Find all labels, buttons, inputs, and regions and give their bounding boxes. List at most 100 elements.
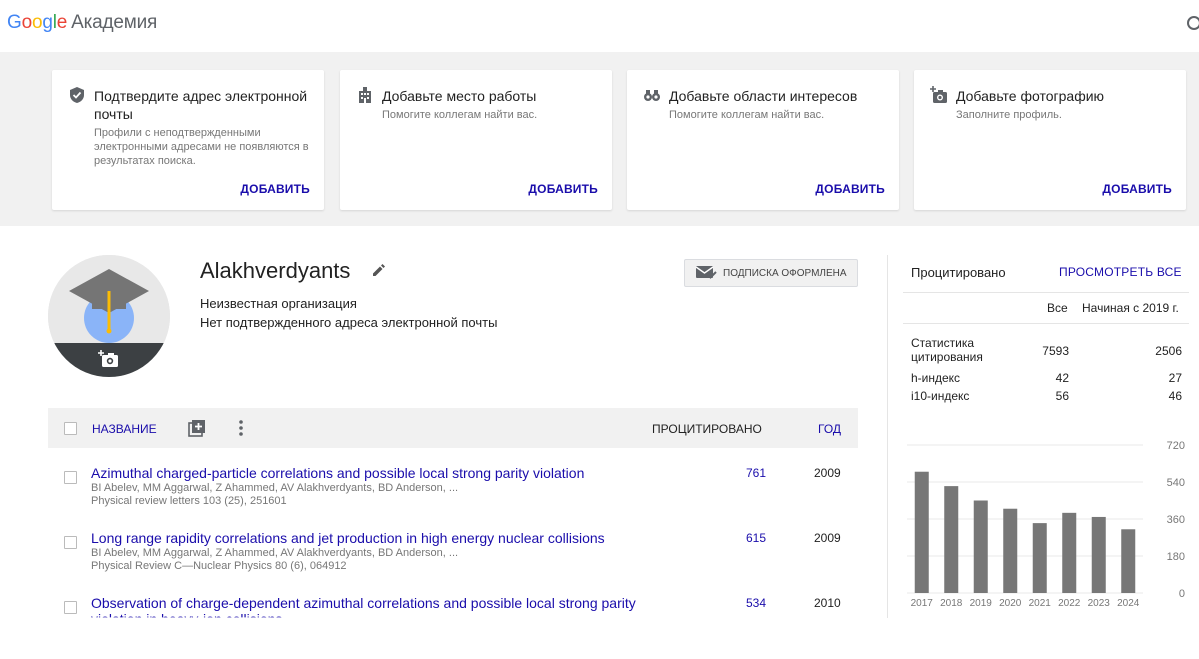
add-photo-icon bbox=[930, 86, 948, 104]
cited-by-header: ПРОЦИТИРОВАНО bbox=[652, 422, 762, 436]
stat-all-value: 56 bbox=[1055, 389, 1069, 403]
view-all-link[interactable]: ПРОСМОТРЕТЬ ВСЕ bbox=[1059, 265, 1182, 279]
add-email-button[interactable]: ДОБАВИТЬ bbox=[240, 182, 310, 196]
card-title: Добавьте области интересов bbox=[669, 88, 858, 104]
x-tick-label: 2017 bbox=[911, 598, 934, 609]
y-tick-label: 720 bbox=[1167, 440, 1185, 452]
article-title-link[interactable]: Azimuthal charged-particle correlations … bbox=[91, 465, 711, 481]
x-tick-label: 2023 bbox=[1088, 598, 1111, 609]
articles-table-header: НАЗВАНИЕ ПРОЦИТИРОВАНО ГОД bbox=[48, 408, 858, 448]
logo-letter: g bbox=[42, 12, 53, 33]
profile-name: Alakhverdyants bbox=[200, 258, 351, 283]
row-checkbox[interactable] bbox=[64, 601, 77, 614]
stat-all-value: 42 bbox=[1055, 371, 1069, 385]
row-checkbox[interactable] bbox=[64, 536, 77, 549]
card-title: Подтвердите адрес электронной почты bbox=[94, 88, 308, 122]
article-title-link[interactable]: Long range rapidity correlations and jet… bbox=[91, 530, 711, 546]
add-photo-button[interactable]: ДОБАВИТЬ bbox=[1102, 182, 1172, 196]
card-text: Заполните профиль. bbox=[956, 109, 1062, 121]
row-checkbox[interactable] bbox=[64, 471, 77, 484]
edit-icon[interactable] bbox=[370, 263, 386, 279]
add-interests-button[interactable]: ДОБАВИТЬ bbox=[815, 182, 885, 196]
article-venue: Physical Review C—Nuclear Physics 80 (6)… bbox=[91, 560, 347, 572]
select-all-checkbox[interactable] bbox=[64, 422, 77, 435]
y-tick-label: 180 bbox=[1167, 551, 1185, 563]
card-text: Помогите коллегам найти вас. bbox=[382, 109, 538, 121]
stat-label: Статистика цитирования bbox=[911, 336, 983, 364]
verify-email-card: Подтвердите адрес электронной почты Проф… bbox=[52, 70, 324, 210]
article-year: 2009 bbox=[814, 531, 841, 545]
logo-letter: o bbox=[21, 12, 33, 33]
card-title: Добавьте место работы bbox=[382, 88, 537, 104]
cited-count-link[interactable]: 761 bbox=[744, 466, 766, 480]
logo-letter: e bbox=[56, 12, 68, 33]
camera-add-icon[interactable] bbox=[98, 350, 120, 368]
article-year: 2010 bbox=[814, 596, 841, 610]
chart-bar-2019[interactable] bbox=[973, 500, 988, 594]
add-article-icon[interactable] bbox=[188, 419, 206, 437]
cited-count-link[interactable]: 615 bbox=[744, 531, 766, 545]
more-vert-icon[interactable] bbox=[238, 418, 244, 438]
logo-letter: G bbox=[7, 12, 22, 33]
article-row: Observation of charge-dependent azimutha… bbox=[48, 595, 858, 659]
stat-since-value: 46 bbox=[1168, 389, 1182, 403]
stat-since-value: 27 bbox=[1168, 371, 1182, 385]
article-year: 2009 bbox=[814, 466, 841, 480]
add-affiliation-button[interactable]: ДОБАВИТЬ bbox=[528, 182, 598, 196]
article-title-continuation[interactable]: violation in heavy-ion collisions bbox=[91, 611, 282, 617]
mail-check-icon bbox=[695, 264, 717, 283]
article-title-link[interactable]: Observation of charge-dependent azimutha… bbox=[91, 595, 711, 611]
logo-product-name: Академия bbox=[71, 12, 158, 33]
col-all-header: Все bbox=[1047, 301, 1068, 315]
chart-bar-2017[interactable] bbox=[914, 471, 929, 593]
sort-by-title[interactable]: НАЗВАНИЕ bbox=[92, 422, 157, 436]
x-tick-label: 2019 bbox=[970, 598, 993, 609]
avatar[interactable] bbox=[48, 255, 170, 377]
search-icon[interactable] bbox=[1185, 15, 1199, 33]
x-tick-label: 2022 bbox=[1058, 598, 1081, 609]
y-tick-label: 540 bbox=[1167, 477, 1185, 489]
cited-by-title: Процитировано bbox=[911, 265, 1006, 280]
x-tick-label: 2018 bbox=[940, 598, 963, 609]
google-scholar-logo[interactable]: Google Академия bbox=[7, 12, 157, 34]
affiliation-text: Неизвестная организация bbox=[200, 296, 357, 311]
chart-bar-2021[interactable] bbox=[1032, 523, 1047, 593]
add-affiliation-card: Добавьте место работы Помогите коллегам … bbox=[340, 70, 612, 210]
email-status-text: Нет подтвержденного адреса электронной п… bbox=[200, 315, 498, 330]
top-bar: Google Академия bbox=[0, 0, 1199, 52]
article-authors: BI Abelev, MM Aggarwal, Z Ahammed, AV Al… bbox=[91, 547, 459, 559]
chart-svg: 0 180 360 540 720 2017 2018 2019 2020 2021 2022 202… bbox=[907, 440, 1185, 609]
divider bbox=[903, 323, 1189, 324]
stat-since-value: 2506 bbox=[1155, 344, 1182, 358]
chart-bar-2018[interactable] bbox=[944, 486, 959, 593]
card-text: Профили с неподтвержденными электронными… bbox=[94, 127, 309, 167]
article-row: Long range rapidity correlations and jet… bbox=[48, 530, 858, 594]
chart-bar-2023[interactable] bbox=[1091, 516, 1106, 593]
follow-label: ПОДПИСКА ОФОРМЛЕНА bbox=[723, 267, 847, 279]
add-photo-card: Добавьте фотографию Заполните профиль. Д… bbox=[914, 70, 1186, 210]
article-authors: BI Abelev, MM Aggarwal, Z Ahammed, AV Al… bbox=[91, 482, 459, 494]
x-tick-label: 2021 bbox=[1029, 598, 1052, 609]
divider bbox=[903, 292, 1189, 293]
chart-bar-2020[interactable] bbox=[1003, 508, 1018, 593]
chart-bar-2022[interactable] bbox=[1062, 512, 1077, 593]
card-text: Помогите коллегам найти вас. bbox=[669, 109, 825, 121]
chart-bar-2024[interactable] bbox=[1121, 529, 1136, 593]
stat-label: h-индекс bbox=[911, 371, 961, 385]
follow-button[interactable]: ПОДПИСКА ОФОРМЛЕНА bbox=[684, 259, 858, 287]
sort-by-year[interactable]: ГОД bbox=[818, 422, 841, 436]
shield-check-icon bbox=[68, 86, 86, 104]
citations-bar-chart: 0 180 360 540 720 2017 2018 2019 2020 2021 2022 202… bbox=[903, 435, 1199, 618]
y-tick-label: 0 bbox=[1179, 588, 1185, 600]
col-since-header: Начиная с 2019 г. bbox=[1082, 301, 1179, 315]
building-icon bbox=[356, 86, 374, 104]
profile-completion-banner: Подтвердите адрес электронной почты Проф… bbox=[0, 52, 1199, 226]
cited-count-link[interactable]: 534 bbox=[744, 596, 766, 610]
article-venue: Physical review letters 103 (25), 251601 bbox=[91, 495, 287, 507]
stat-all-value: 7593 bbox=[1042, 344, 1069, 358]
stat-label: i10-индекс bbox=[911, 389, 970, 403]
x-tick-label: 2024 bbox=[1117, 598, 1140, 609]
add-interests-card: Добавьте области интересов Помогите колл… bbox=[627, 70, 899, 210]
y-tick-label: 360 bbox=[1167, 514, 1185, 526]
divider bbox=[887, 255, 888, 618]
